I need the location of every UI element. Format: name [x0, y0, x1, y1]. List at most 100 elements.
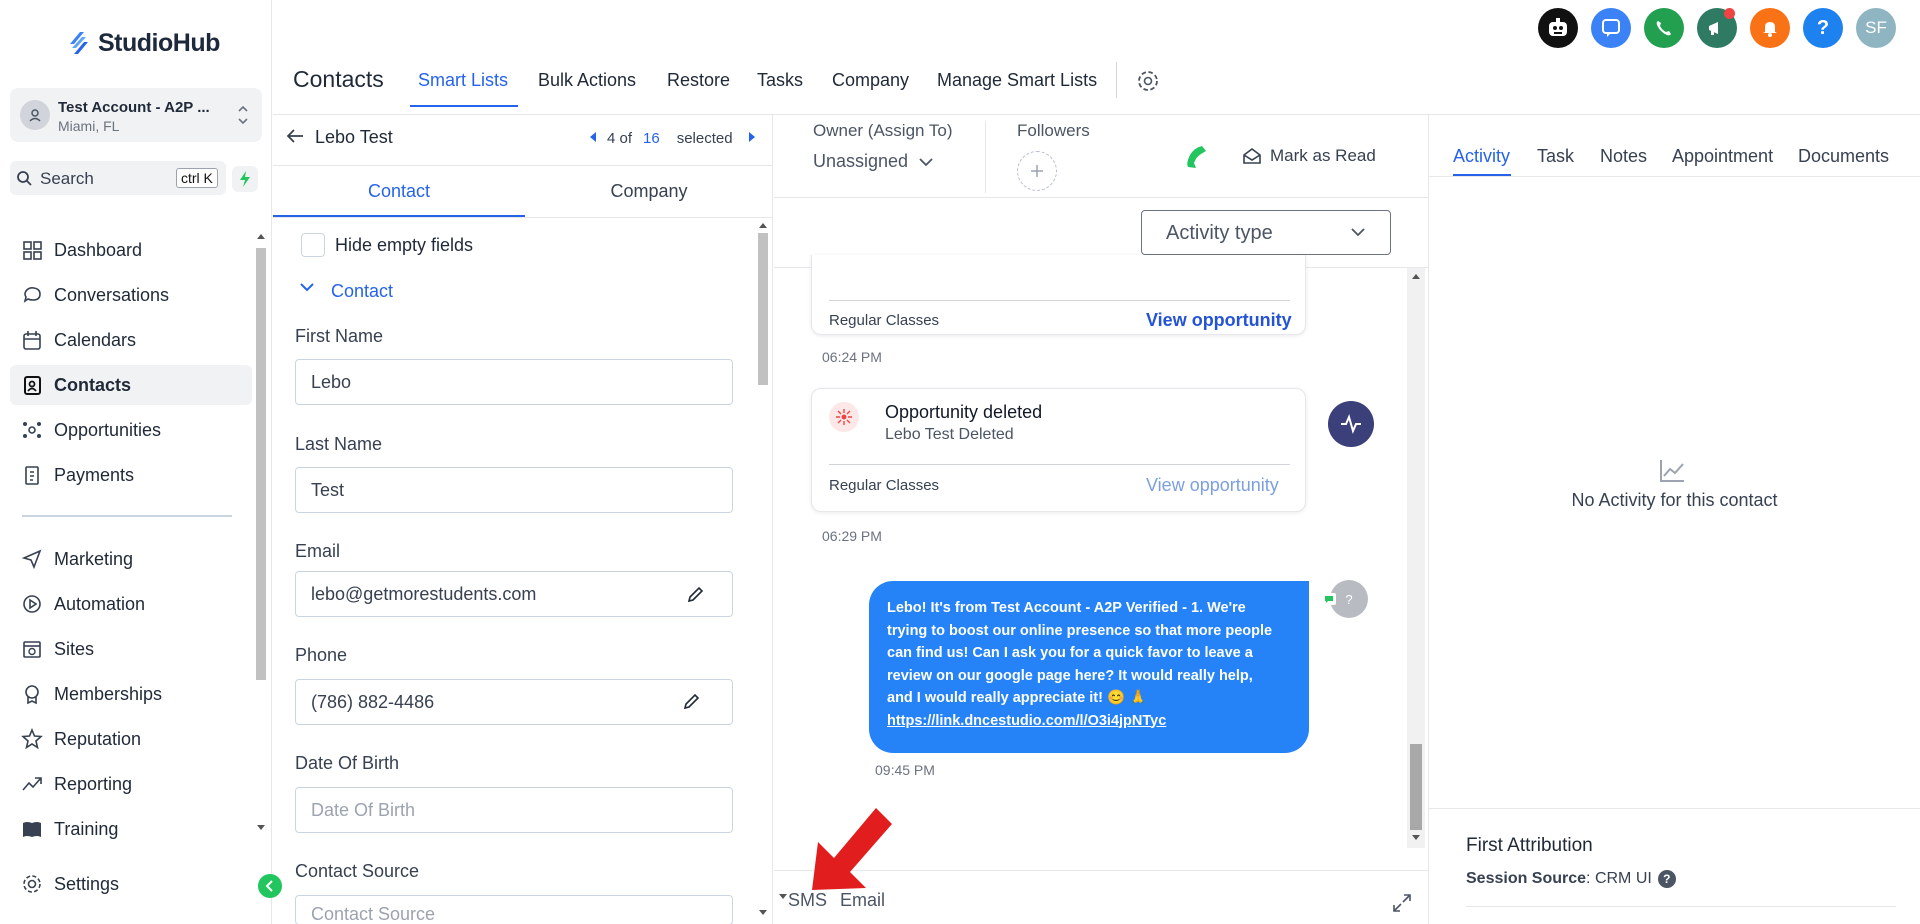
back-arrow-icon[interactable] [285, 128, 305, 144]
right-tab-notes[interactable]: Notes [1600, 146, 1647, 167]
right-tab-appointment[interactable]: Appointment [1672, 146, 1773, 167]
account-location: Miami, FL [58, 118, 120, 134]
right-tab-documents[interactable]: Documents [1798, 146, 1889, 167]
help-button[interactable]: ? [1803, 8, 1843, 48]
contact-scrollbar[interactable] [755, 219, 771, 919]
phone-input[interactable]: (786) 882-4486 [295, 679, 733, 725]
contact-scroll-thumb[interactable] [758, 233, 768, 385]
right-tab-activity[interactable]: Activity [1453, 146, 1510, 167]
sidebar-item-memberships[interactable]: Memberships [10, 674, 252, 714]
pipeline-name: Regular Classes [829, 477, 940, 494]
envelope-open-icon [1243, 148, 1261, 164]
tab-tasks[interactable]: Tasks [757, 70, 803, 91]
composer-tab-email[interactable]: Email [840, 890, 885, 911]
edit-phone-icon[interactable] [681, 692, 701, 712]
opportunities-icon [10, 419, 54, 441]
pager-current: 4 of [607, 130, 633, 147]
dashboard-icon [10, 239, 54, 261]
sidebar-item-opportunities[interactable]: Opportunities [10, 410, 252, 450]
automation-icon [10, 593, 54, 615]
chart-line-icon [1658, 458, 1686, 484]
quick-actions-button[interactable] [232, 166, 258, 192]
sms-link[interactable]: https://link.dncestudio.com/l/O3i4jpNTyc [887, 710, 1291, 733]
header-divider [1116, 62, 1117, 98]
hide-empty-checkbox[interactable] [301, 233, 325, 257]
add-follower-button[interactable] [1017, 151, 1057, 191]
view-opportunity-link[interactable]: View opportunity [1146, 475, 1279, 496]
card-title: Opportunity deleted [885, 402, 1043, 422]
sidebar-item-sites[interactable]: Sites [10, 629, 252, 669]
logo-icon [70, 32, 88, 54]
account-name: Test Account - A2P ... [58, 99, 210, 116]
gear-icon [10, 873, 54, 895]
next-contact-icon[interactable] [748, 131, 756, 143]
sidebar-item-marketing[interactable]: Marketing [10, 539, 252, 579]
section-contact[interactable]: Contact [331, 281, 393, 302]
settings-gear-icon[interactable] [1136, 69, 1160, 93]
empty-activity-text: No Activity for this contact [1571, 490, 1778, 510]
account-switcher[interactable]: Test Account - A2P ... Miami, FL [10, 88, 262, 142]
book-icon [10, 818, 54, 840]
notifications-button[interactable] [1750, 8, 1790, 48]
chat-widget-button[interactable] [1591, 8, 1631, 48]
right-tab-task[interactable]: Task [1537, 146, 1574, 167]
tab-company[interactable]: Company [525, 166, 773, 216]
sidebar-item-conversations[interactable]: Conversations [10, 275, 252, 315]
activity-type-select[interactable]: Activity type [1141, 210, 1391, 255]
sms-channel-icon [1322, 593, 1336, 605]
sidebar-item-automation[interactable]: Automation [10, 584, 252, 624]
messages-scroll-thumb[interactable] [1410, 744, 1422, 830]
sidebar-item-label: Payments [54, 464, 135, 485]
call-icon[interactable] [1182, 143, 1212, 173]
prev-contact-icon[interactable] [589, 131, 597, 143]
sidebar-item-reputation[interactable]: Reputation [10, 719, 252, 759]
sidebar-item-training[interactable]: Training [10, 809, 252, 849]
card-subtitle: Lebo Test Deleted [885, 426, 1014, 443]
sidebar-item-reporting[interactable]: Reporting [10, 764, 252, 804]
phone-icon [1656, 21, 1671, 36]
help-circle-icon[interactable]: ? [1657, 870, 1676, 888]
sidebar-scroll-thumb[interactable] [256, 248, 266, 680]
sidebar-item-payments[interactable]: Payments [10, 455, 252, 495]
sidebar-item-settings[interactable]: Settings [10, 864, 252, 904]
plus-icon [1031, 165, 1043, 177]
sidebar-item-label: Settings [54, 873, 120, 894]
sidebar-search[interactable]: Search ctrl K [10, 161, 226, 195]
ai-bot-button[interactable] [1538, 8, 1578, 48]
contact-source-input[interactable]: Contact Source [295, 895, 733, 924]
last-name-input[interactable]: Test [295, 467, 733, 513]
messages-scrollbar[interactable] [1407, 268, 1425, 848]
sidebar-item-label: Contacts [54, 374, 132, 395]
user-avatar[interactable]: SF [1856, 8, 1896, 48]
app-logo[interactable]: StudioHub [66, 28, 220, 58]
chevron-down-icon[interactable] [299, 281, 315, 293]
tab-restore[interactable]: Restore [667, 70, 730, 91]
dob-input[interactable]: Date Of Birth [295, 787, 733, 833]
first-name-input[interactable]: Lebo [295, 359, 733, 405]
send-icon [10, 548, 54, 570]
view-opportunity-link[interactable]: View opportunity [1146, 310, 1292, 331]
first-name-label: First Name [295, 326, 384, 346]
tab-company[interactable]: Company [832, 70, 909, 91]
tab-contact[interactable]: Contact [273, 166, 525, 216]
robot-icon [1549, 18, 1567, 36]
scroll-down-icon[interactable] [778, 893, 788, 901]
chevron-updown-icon [236, 102, 250, 128]
tab-smart-lists[interactable]: Smart Lists [418, 70, 508, 91]
phone-button[interactable] [1644, 8, 1684, 48]
owner-select[interactable]: Unassigned [813, 151, 934, 172]
mark-as-read-label: Mark as Read [1270, 146, 1376, 165]
tab-bulk-actions[interactable]: Bulk Actions [538, 70, 636, 91]
announcements-button[interactable] [1697, 8, 1737, 48]
email-input[interactable]: lebo@getmorestudents.com [295, 571, 733, 617]
sidebar-item-contacts[interactable]: Contacts [10, 365, 252, 405]
mark-as-read-button[interactable]: Mark as Read [1242, 146, 1376, 166]
sms-line: trying to boost our online presence so t… [887, 622, 1273, 639]
edit-email-icon[interactable] [685, 585, 705, 605]
sidebar-item-calendars[interactable]: Calendars [10, 320, 252, 360]
expand-icon[interactable] [1392, 893, 1412, 913]
sidebar-item-dashboard[interactable]: Dashboard [10, 230, 252, 270]
composer-tab-sms[interactable]: SMS [788, 890, 827, 911]
tab-manage-smart-lists[interactable]: Manage Smart Lists [937, 70, 1097, 91]
sidebar-item-label: Marketing [54, 548, 134, 569]
